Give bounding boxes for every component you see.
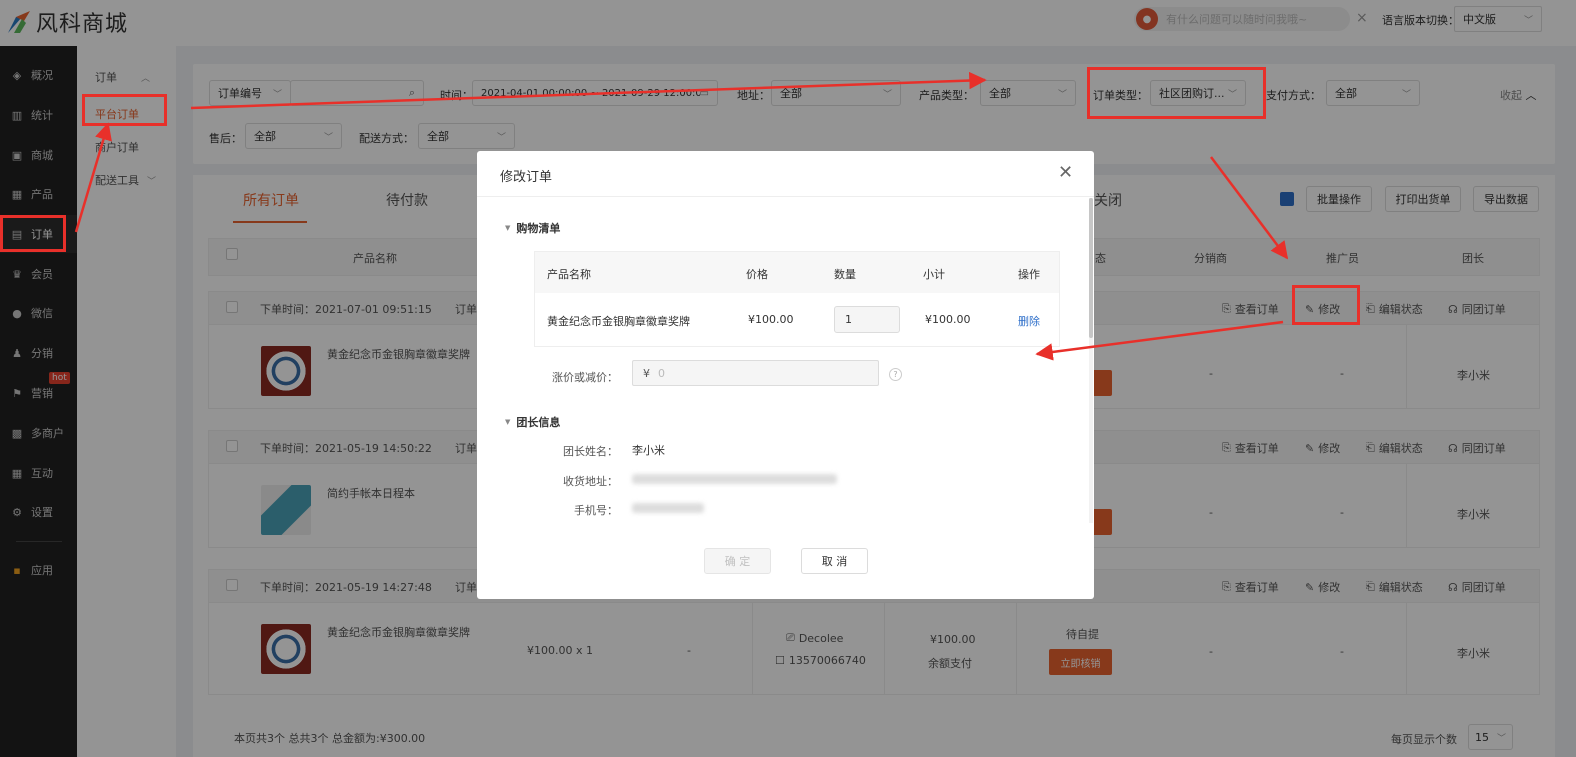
arrow-4 (1035, 320, 1284, 361)
arrow-1 (74, 122, 112, 233)
arrow-2 (190, 71, 987, 110)
arrow-3 (1210, 156, 1289, 260)
annotation-arrows (74, 71, 1289, 361)
